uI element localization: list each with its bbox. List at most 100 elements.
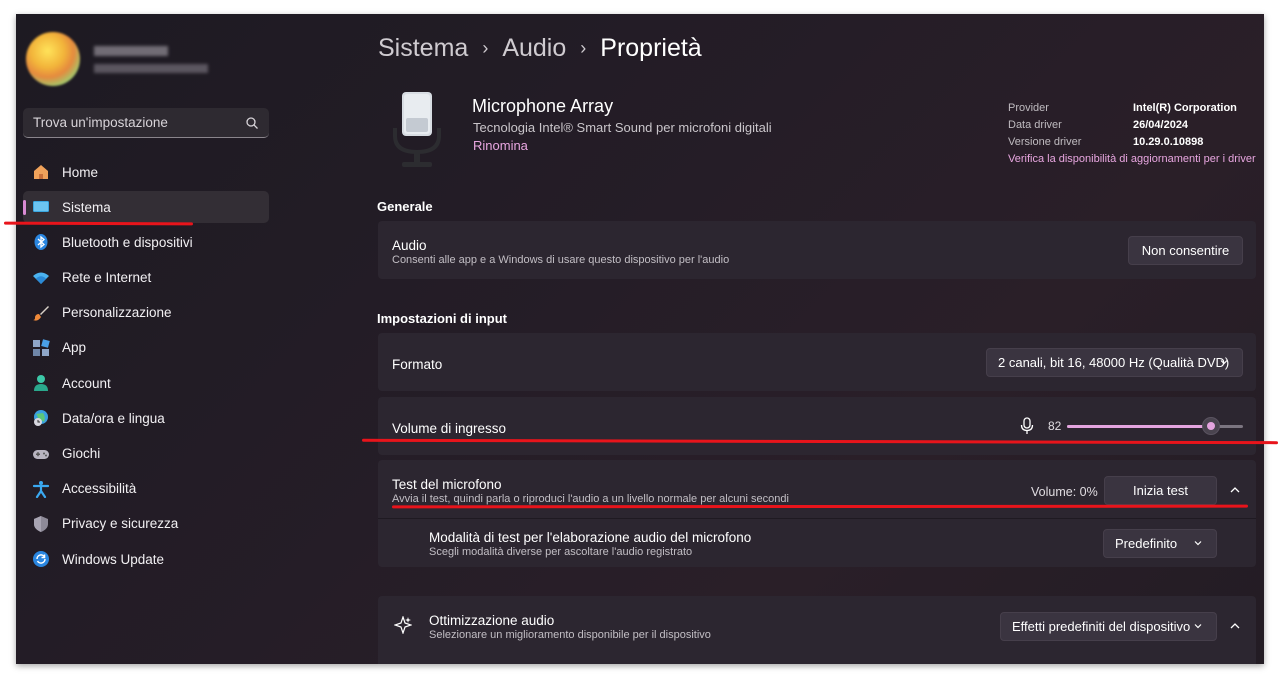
test-mode-desc: Scegli modalità diverse per ascoltare l'… bbox=[429, 546, 693, 558]
format-dropdown[interactable]: 2 canali, bit 16, 48000 Hz (Qualità DVD) bbox=[986, 348, 1243, 377]
sidebar-item-label: Windows Update bbox=[62, 551, 165, 567]
user-name-blurred bbox=[94, 46, 168, 56]
sidebar-item-label: Home bbox=[62, 164, 99, 180]
sidebar-item-label: Giochi bbox=[62, 446, 101, 461]
chevron-up-icon[interactable] bbox=[1229, 620, 1241, 632]
sidebar-item-personalizzazione[interactable]: Personalizzazione bbox=[23, 297, 269, 329]
search-input[interactable]: Trova un'impostazione bbox=[33, 115, 245, 130]
sidebar-item-sistema[interactable]: Sistema bbox=[23, 191, 269, 224]
sidebar-item-account[interactable]: Account bbox=[23, 367, 269, 399]
shield-icon bbox=[32, 515, 50, 533]
home-icon bbox=[32, 163, 50, 181]
sidebar-item-rete[interactable]: Rete e Internet bbox=[23, 262, 269, 294]
microphone-icon[interactable] bbox=[1020, 417, 1034, 435]
audio-optimization-desc: Selezionare un miglioramento disponibile… bbox=[429, 629, 711, 641]
sparkle-icon bbox=[394, 616, 412, 634]
format-value: 2 canali, bit 16, 48000 Hz (Qualità DVD) bbox=[998, 355, 1230, 370]
search-icon bbox=[246, 116, 258, 129]
update-icon bbox=[32, 550, 50, 568]
audio-optimization-value: Effetti predefiniti del dispositivo bbox=[1012, 619, 1191, 634]
volume-slider-thumb[interactable] bbox=[1202, 417, 1221, 435]
search-box[interactable]: Trova un'impostazione bbox=[23, 108, 269, 138]
main-content: Sistema › Audio › Proprietà Microphone A… bbox=[377, 14, 1258, 664]
wifi-icon bbox=[32, 269, 50, 287]
audio-optimization-card: Ottimizzazione audio Selezionare un migl… bbox=[378, 596, 1256, 664]
rename-link[interactable]: Rinomina bbox=[473, 138, 528, 153]
audio-optimization-dropdown[interactable]: Effetti predefiniti del dispositivo bbox=[1000, 612, 1217, 641]
driver-update-link[interactable]: Verifica la disponibilità di aggiornamen… bbox=[1008, 151, 1256, 168]
mic-test-volume: Volume: 0% bbox=[1031, 485, 1098, 499]
avatar bbox=[26, 32, 80, 86]
audio-allow-card: Audio Consenti alle app e a Windows di u… bbox=[378, 221, 1256, 279]
settings-window: Trova un'impostazione Home Sistema Bluet… bbox=[16, 14, 1264, 664]
breadcrumb-separator: › bbox=[580, 38, 587, 58]
device-description: Tecnologia Intel® Smart Sound per microf… bbox=[473, 120, 772, 135]
non-consentire-button[interactable]: Non consentire bbox=[1128, 236, 1243, 265]
annotation-underline-sistema bbox=[3, 221, 194, 226]
bluetooth-icon bbox=[32, 233, 50, 251]
sidebar-item-privacy[interactable]: Privacy e sicurezza bbox=[23, 508, 269, 540]
device-name: Microphone Array bbox=[472, 96, 614, 116]
sidebar-item-giochi[interactable]: Giochi bbox=[23, 438, 269, 470]
inizia-test-button[interactable]: Inizia test bbox=[1104, 476, 1217, 505]
chevron-down-icon bbox=[1194, 541, 1202, 546]
sidebar-item-app[interactable]: App bbox=[23, 332, 269, 364]
driver-date-value: 26/04/2024 bbox=[1133, 119, 1189, 131]
volume-slider-fill bbox=[1067, 425, 1212, 428]
accessibility-icon bbox=[32, 480, 50, 498]
driver-version-label: Versione driver bbox=[1008, 136, 1082, 148]
sidebar-item-label: Personalizzazione bbox=[62, 305, 172, 321]
breadcrumb-separator: › bbox=[482, 38, 489, 58]
account-icon bbox=[32, 374, 50, 392]
input-volume-label: Volume di ingresso bbox=[392, 421, 507, 436]
chevron-down-icon bbox=[1194, 624, 1202, 629]
format-label: Formato bbox=[392, 357, 443, 372]
sidebar-item-label: Sistema bbox=[62, 199, 111, 215]
breadcrumb: Sistema › Audio › Proprietà bbox=[378, 34, 702, 63]
sidebar-nav: Home Sistema Bluetooth e dispositivi Ret… bbox=[23, 156, 269, 578]
sidebar-item-label: Data/ora e lingua bbox=[62, 410, 165, 426]
driver-version-value: 10.29.0.10898 bbox=[1133, 136, 1204, 148]
sidebar-item-windows-update[interactable]: Windows Update bbox=[23, 543, 269, 575]
sidebar-item-label: App bbox=[62, 340, 87, 356]
input-volume-card: Volume di ingresso 82 bbox=[378, 397, 1256, 455]
user-email-blurred bbox=[94, 64, 208, 73]
device-header: Microphone Array Tecnologia Intel® Smart… bbox=[378, 90, 1258, 180]
section-generale: Generale bbox=[377, 199, 433, 214]
chevron-up-icon[interactable] bbox=[1229, 484, 1241, 496]
sidebar-item-label: Account bbox=[62, 375, 111, 391]
driver-info: Provider Intel(R) Corporation Data driver… bbox=[1008, 100, 1256, 168]
driver-provider-label: Provider bbox=[1008, 102, 1049, 114]
globe-clock-icon bbox=[32, 409, 50, 427]
section-impostazioni-input: Impostazioni di input bbox=[377, 311, 507, 326]
chevron-down-icon bbox=[1220, 360, 1228, 365]
breadcrumb-audio[interactable]: Audio bbox=[502, 34, 566, 63]
test-mode-title: Modalità di test per l'elaborazione audi… bbox=[429, 530, 752, 545]
mic-test-desc: Avvia il test, quindi parla o riproduci … bbox=[392, 493, 789, 505]
sidebar-item-accessibilita[interactable]: Accessibilità bbox=[23, 473, 269, 505]
sidebar: Trova un'impostazione Home Sistema Bluet… bbox=[16, 14, 278, 664]
driver-provider-value: Intel(R) Corporation bbox=[1133, 102, 1237, 114]
sidebar-item-bluetooth[interactable]: Bluetooth e dispositivi bbox=[23, 226, 269, 258]
audio-allow-title: Audio bbox=[392, 238, 427, 253]
page-title: Proprietà bbox=[600, 34, 702, 62]
sidebar-item-label: Privacy e sicurezza bbox=[62, 516, 179, 532]
sidebar-item-label: Bluetooth e dispositivi bbox=[62, 234, 193, 250]
mic-test-card: Test del microfono Avvia il test, quindi… bbox=[378, 460, 1256, 567]
apps-icon bbox=[32, 339, 50, 357]
divider bbox=[378, 518, 1256, 519]
breadcrumb-sistema[interactable]: Sistema bbox=[378, 34, 468, 63]
sidebar-item-home[interactable]: Home bbox=[23, 156, 269, 188]
driver-date-label: Data driver bbox=[1008, 119, 1062, 131]
gamepad-icon bbox=[32, 445, 50, 463]
user-profile[interactable] bbox=[26, 32, 266, 88]
test-mode-dropdown[interactable]: Predefinito bbox=[1103, 529, 1217, 558]
brush-icon bbox=[32, 304, 50, 322]
audio-optimization-title: Ottimizzazione audio bbox=[429, 613, 555, 628]
format-card: Formato 2 canali, bit 16, 48000 Hz (Qual… bbox=[378, 333, 1256, 391]
microphone-device-icon bbox=[393, 92, 441, 167]
mic-test-title: Test del microfono bbox=[392, 477, 502, 492]
sidebar-item-label: Rete e Internet bbox=[62, 270, 152, 286]
sidebar-item-data-ora[interactable]: Data/ora e lingua bbox=[23, 402, 269, 434]
sidebar-item-label: Accessibilità bbox=[62, 481, 137, 497]
